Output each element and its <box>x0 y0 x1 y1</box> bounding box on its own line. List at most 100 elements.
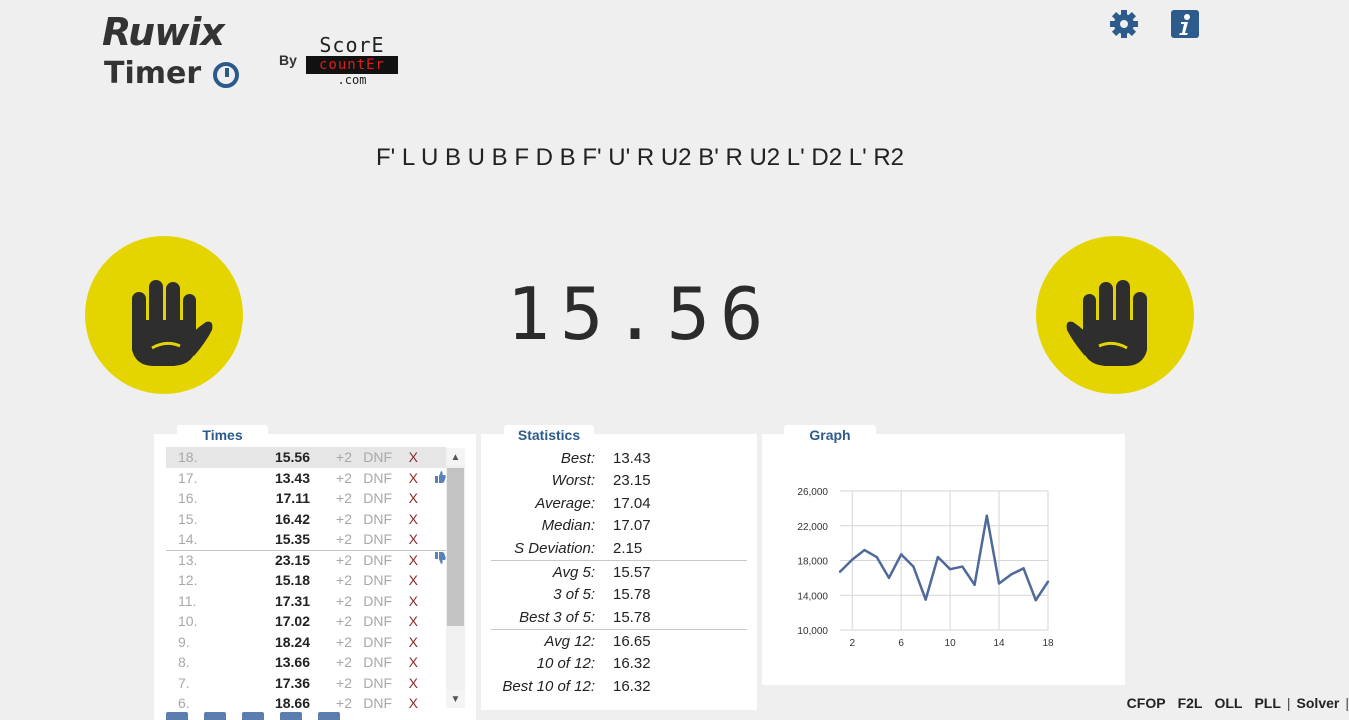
delete-time-button[interactable]: X <box>392 654 418 670</box>
dnf-button[interactable]: DNF <box>352 552 392 568</box>
plus-two-button[interactable]: +2 <box>310 613 352 629</box>
add-icon[interactable] <box>204 712 226 720</box>
delete-time-button[interactable]: X <box>392 490 418 506</box>
times-line-chart: 26,000 22,000 18,000 14,000 10,000 2 6 10 14 18 <box>797 487 1054 649</box>
plus-two-button[interactable]: +2 <box>310 634 352 650</box>
nav-link-cfop[interactable]: CFOP <box>1127 695 1166 711</box>
info-icon[interactable] <box>1170 9 1200 39</box>
dnf-button[interactable]: DNF <box>352 634 392 650</box>
dnf-button[interactable]: DNF <box>352 449 392 465</box>
plus-two-button[interactable]: +2 <box>310 511 352 527</box>
delete-time-button[interactable]: X <box>392 593 418 609</box>
ruwix-timer-logo[interactable]: Ruwix Timer <box>100 10 250 91</box>
stat-value: 16.65 <box>613 632 651 650</box>
scroll-up-icon[interactable]: ▲ <box>446 448 465 466</box>
dnf-button[interactable]: DNF <box>352 470 392 486</box>
plus-two-button[interactable]: +2 <box>310 449 352 465</box>
dnf-button[interactable]: DNF <box>352 531 392 547</box>
delete-time-button[interactable]: X <box>392 572 418 588</box>
plus-two-button[interactable]: +2 <box>310 572 352 588</box>
plus-two-button[interactable]: +2 <box>310 695 352 709</box>
times-list[interactable]: 18. 15.56 +2 DNF X 17. 13.43 +2 DNF X 16. 17.11 +2 DN… <box>166 447 446 709</box>
plus-two-button[interactable]: +2 <box>310 552 352 568</box>
time-row: 6. 18.66 +2 DNF X <box>166 693 446 709</box>
delete-time-button[interactable]: X <box>392 470 418 486</box>
stat-value: 16.32 <box>613 677 651 695</box>
globe-icon[interactable] <box>242 712 264 720</box>
delete-time-button[interactable]: X <box>392 531 418 547</box>
scroll-thumb[interactable] <box>447 468 464 626</box>
dnf-button[interactable]: DNF <box>352 511 392 527</box>
time-index: 13. <box>178 552 198 569</box>
time-row: 10. 17.02 +2 DNF X <box>166 611 446 632</box>
dnf-button[interactable]: DNF <box>352 695 392 709</box>
stat-label: 10 of 12: <box>536 654 595 672</box>
chart-point <box>1010 573 1013 576</box>
chart-point <box>875 555 878 559</box>
time-index: 16. <box>178 490 198 507</box>
dnf-button[interactable]: DNF <box>352 490 392 506</box>
dnf-button[interactable]: DNF <box>352 613 392 629</box>
delete-time-button[interactable]: X <box>392 675 418 691</box>
stat-row: S Deviation: 2.15 <box>491 537 746 559</box>
stat-label: S Deviation: <box>514 539 595 557</box>
times-panel: Times 18. 15.56 +2 DNF X 17. 13.43 +2 DNF X 16. 17.… <box>154 425 476 720</box>
delete-time-button[interactable]: X <box>392 552 418 568</box>
time-row: 9. 18.24 +2 DNF X <box>166 632 446 653</box>
nav-separator: | <box>1286 695 1291 711</box>
stat-value: 15.78 <box>613 585 651 603</box>
thumbs-up-icon <box>418 470 446 486</box>
time-index: 7. <box>178 674 190 691</box>
time-value: 15.56 <box>274 449 310 466</box>
plus-two-button[interactable]: +2 <box>310 654 352 670</box>
chart-point <box>948 567 952 571</box>
stat-row: Average: 17.04 <box>491 492 746 514</box>
delete-time-button[interactable]: X <box>392 613 418 629</box>
dnf-button[interactable]: DNF <box>352 654 392 670</box>
facebook-icon[interactable] <box>166 712 188 720</box>
nav-link-solver[interactable]: Solver <box>1297 695 1340 711</box>
dnf-button[interactable]: DNF <box>352 675 392 691</box>
left-hand-pad[interactable] <box>85 236 243 394</box>
chart-point <box>997 582 1001 585</box>
left-hand-icon <box>132 280 213 366</box>
delete-time-button[interactable]: X <box>392 695 418 709</box>
nav-link-f2l[interactable]: F2L <box>1178 695 1203 711</box>
nav-link-oll[interactable]: OLL <box>1214 695 1242 711</box>
plus-two-button[interactable]: +2 <box>310 531 352 547</box>
stat-label: 3 of 5: <box>553 585 595 603</box>
chart-point <box>936 555 940 559</box>
time-index: 18. <box>178 449 198 466</box>
statistics-panel: Statistics Best: 13.43 Worst: 23.15 Average:… <box>481 425 757 710</box>
chart-point <box>912 565 915 568</box>
delete-time-button[interactable]: X <box>392 634 418 650</box>
plus-two-button[interactable]: +2 <box>310 593 352 609</box>
plus-two-button[interactable]: +2 <box>310 470 352 486</box>
time-row: 7. 17.36 +2 DNF X <box>166 673 446 694</box>
times-scrollbar[interactable]: ▲ ▼ <box>446 448 465 708</box>
twitter-icon[interactable] <box>280 712 302 720</box>
nav-separator: | <box>1345 695 1349 711</box>
stat-value: 13.43 <box>613 449 651 467</box>
stat-row: 3 of 5: 15.78 <box>491 583 746 605</box>
dnf-button[interactable]: DNF <box>352 572 392 588</box>
nav-link-pll[interactable]: PLL <box>1254 695 1280 711</box>
gear-icon[interactable] <box>1109 9 1139 39</box>
right-hand-pad[interactable] <box>1036 236 1194 394</box>
time-row: 18. 15.56 +2 DNF X <box>166 447 446 468</box>
save-icon[interactable] <box>318 712 340 720</box>
plus-two-button[interactable]: +2 <box>310 675 352 691</box>
time-row: 14. 15.35 +2 DNF X <box>166 529 446 550</box>
delete-time-button[interactable]: X <box>392 449 418 465</box>
delete-time-button[interactable]: X <box>392 511 418 527</box>
logo-text-line2: Timer <box>104 56 202 91</box>
time-index: 9. <box>178 633 190 650</box>
plus-two-button[interactable]: +2 <box>310 490 352 506</box>
time-index: 8. <box>178 654 190 671</box>
chart-y-tick-label: 18,000 <box>797 557 828 568</box>
time-value: 13.43 <box>274 469 310 486</box>
dnf-button[interactable]: DNF <box>352 593 392 609</box>
scroll-down-icon[interactable]: ▼ <box>446 690 465 708</box>
chart-point <box>1034 599 1037 602</box>
scorecounter-logo[interactable]: ScorE countEr .com <box>306 34 398 86</box>
